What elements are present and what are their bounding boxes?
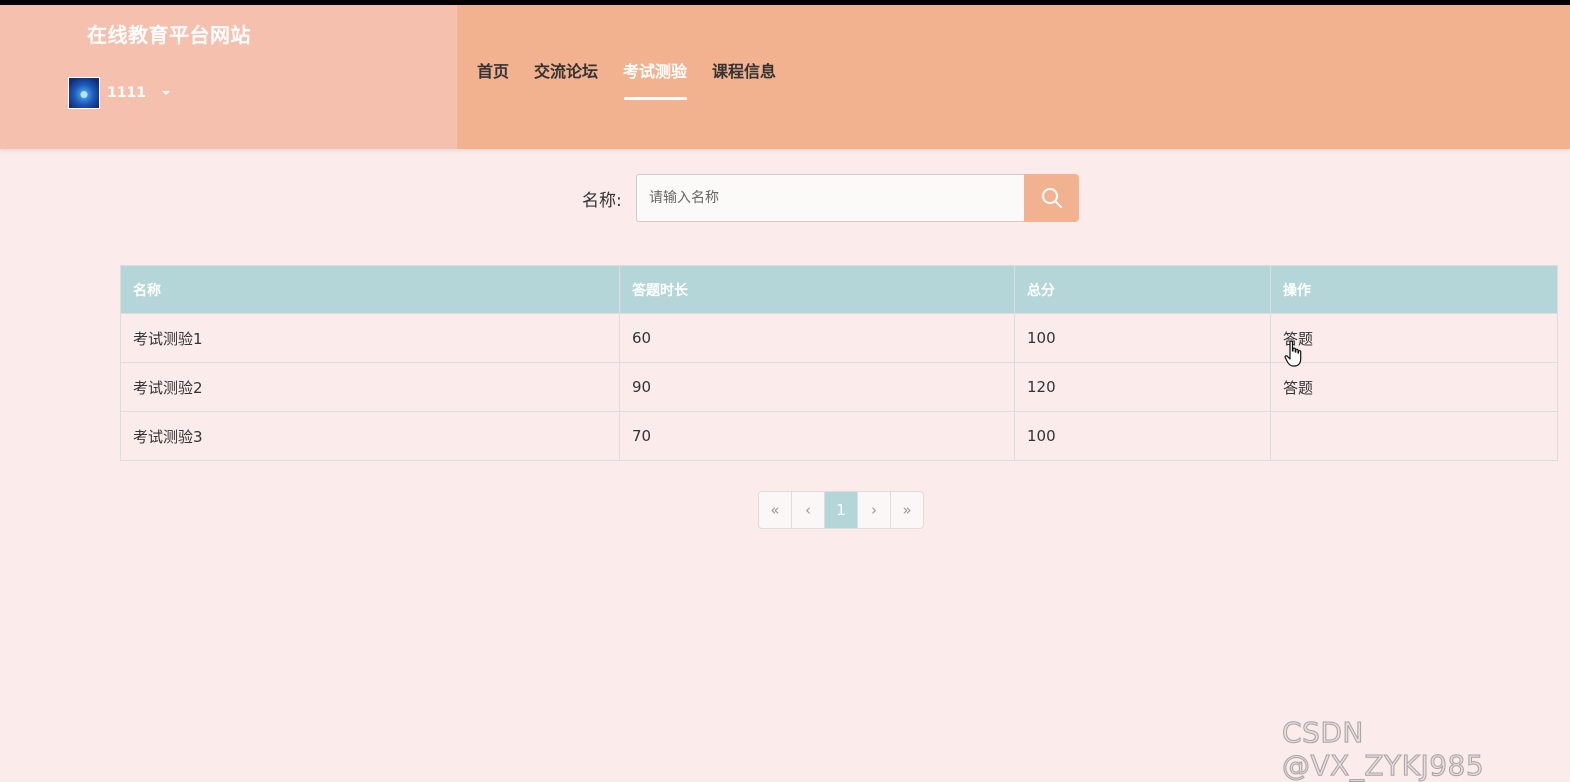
cell-action: 答题 [1270, 362, 1558, 412]
watermark: CSDN @VX_ZYKJ985 [1282, 716, 1485, 782]
column-header-score: 总分 [1014, 265, 1271, 314]
cell-score: 120 [1014, 362, 1271, 412]
page-next-button[interactable]: › [858, 492, 891, 528]
cell-duration: 70 [619, 411, 1015, 461]
username: 1111 [107, 85, 146, 101]
search-input[interactable] [636, 174, 1025, 222]
cell-action [1270, 411, 1558, 461]
pagination: « ‹ 1 › » [758, 491, 924, 529]
page-prev-button[interactable]: ‹ [792, 492, 825, 528]
search-label: 名称: [582, 191, 622, 211]
header: 在线教育平台网站 1111 首页 交流论坛 考试测验 课程信息 [0, 5, 1570, 149]
nav-item-courses[interactable]: 课程信息 [712, 59, 776, 85]
answer-link[interactable]: 答题 [1283, 330, 1313, 348]
avatar [68, 77, 100, 109]
exam-table: 名称 答题时长 总分 操作 考试测验1 60 100 答题 考试测验2 90 1… [120, 265, 1558, 461]
column-header-name: 名称 [120, 265, 620, 314]
page-current-button[interactable]: 1 [825, 492, 858, 528]
table-row: 考试测验2 90 120 答题 [120, 362, 1558, 412]
user-menu[interactable]: 1111 [68, 76, 170, 110]
search-icon [1041, 188, 1062, 208]
answer-link[interactable]: 答题 [1283, 379, 1313, 397]
brand-panel: 在线教育平台网站 1111 [0, 5, 457, 149]
page-first-button[interactable]: « [759, 492, 792, 528]
cell-name: 考试测验2 [120, 362, 620, 412]
table-row: 考试测验3 70 100 [120, 411, 1558, 461]
search-button[interactable] [1024, 174, 1079, 222]
cell-duration: 90 [619, 362, 1015, 412]
cell-name: 考试测验3 [120, 411, 620, 461]
cell-duration: 60 [619, 313, 1015, 363]
column-header-duration: 答题时长 [619, 265, 1015, 314]
cell-name: 考试测验1 [120, 313, 620, 363]
nav-item-forum[interactable]: 交流论坛 [534, 59, 598, 85]
site-title: 在线教育平台网站 [87, 23, 251, 47]
caret-down-icon [161, 91, 170, 95]
nav-item-home[interactable]: 首页 [477, 59, 509, 85]
table-row: 考试测验1 60 100 答题 [120, 313, 1558, 363]
exam-table-container: 名称 答题时长 总分 操作 考试测验1 60 100 答题 考试测验2 90 1… [120, 265, 1558, 461]
nav-item-exam[interactable]: 考试测验 [623, 59, 688, 100]
table-header-row: 名称 答题时长 总分 操作 [120, 265, 1558, 314]
cell-action: 答题 [1270, 313, 1558, 363]
column-header-action: 操作 [1270, 265, 1558, 314]
main-nav: 首页 交流论坛 考试测验 课程信息 [477, 59, 801, 100]
page-last-button[interactable]: » [891, 492, 923, 528]
cell-score: 100 [1014, 411, 1271, 461]
cell-score: 100 [1014, 313, 1271, 363]
